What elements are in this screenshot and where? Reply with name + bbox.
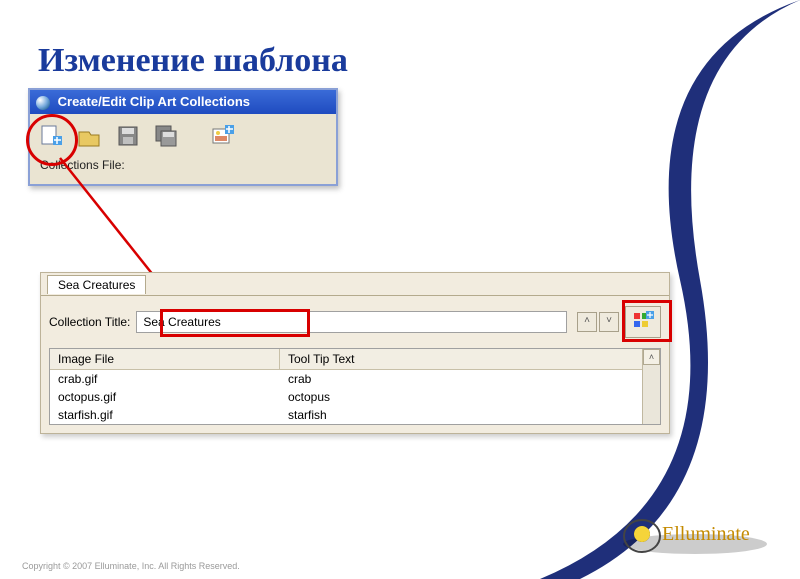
open-collection-button[interactable] [76, 122, 102, 150]
new-collection-button[interactable] [38, 122, 64, 150]
window-titlebar: Create/Edit Clip Art Collections [30, 90, 336, 114]
collection-editor-panel: Sea Creatures Collection Title: ˄ ˅ Imag… [40, 272, 670, 434]
footer-copyright: Copyright © 2007 Elluminate, Inc. All Ri… [22, 561, 240, 571]
images-table: Image File Tool Tip Text crab.gif crab o… [49, 348, 661, 425]
cell-tooltip: starfish [280, 406, 642, 424]
clipart-collections-window: Create/Edit Clip Art Collections Collect… [28, 88, 338, 186]
move-down-button[interactable]: ˅ [599, 312, 619, 332]
collection-title-label: Collection Title: [49, 315, 130, 329]
move-up-button[interactable]: ˄ [577, 312, 597, 332]
add-image-button[interactable] [210, 122, 236, 150]
collection-title-input[interactable] [136, 311, 567, 333]
cell-image-file: crab.gif [50, 370, 280, 388]
tab-strip: Sea Creatures [41, 273, 669, 296]
table-scrollbar[interactable]: ˄ [642, 349, 660, 424]
window-title: Create/Edit Clip Art Collections [58, 94, 250, 109]
save-button[interactable] [115, 122, 141, 150]
save-as-button[interactable] [153, 122, 179, 150]
table-row[interactable]: starfish.gif starfish [50, 406, 642, 424]
cell-tooltip: crab [280, 370, 642, 388]
svg-text:Elluminate: Elluminate [662, 523, 750, 545]
column-header-image-file[interactable]: Image File [50, 349, 280, 369]
cell-image-file: octopus.gif [50, 388, 280, 406]
scroll-up-button[interactable]: ˄ [643, 349, 660, 365]
collections-file-label: Collections File: [30, 154, 336, 184]
elluminate-logo: Elluminate [620, 516, 770, 561]
table-row[interactable]: octopus.gif octopus [50, 388, 642, 406]
cell-tooltip: octopus [280, 388, 642, 406]
slide-title: Изменение шаблона [38, 42, 348, 80]
palette-button[interactable] [625, 306, 661, 338]
toolbar [30, 114, 336, 154]
app-icon [36, 96, 50, 110]
table-row[interactable]: crab.gif crab [50, 370, 642, 388]
cell-image-file: starfish.gif [50, 406, 280, 424]
tab-sea-creatures[interactable]: Sea Creatures [47, 275, 146, 294]
column-header-tooltip[interactable]: Tool Tip Text [280, 349, 642, 369]
